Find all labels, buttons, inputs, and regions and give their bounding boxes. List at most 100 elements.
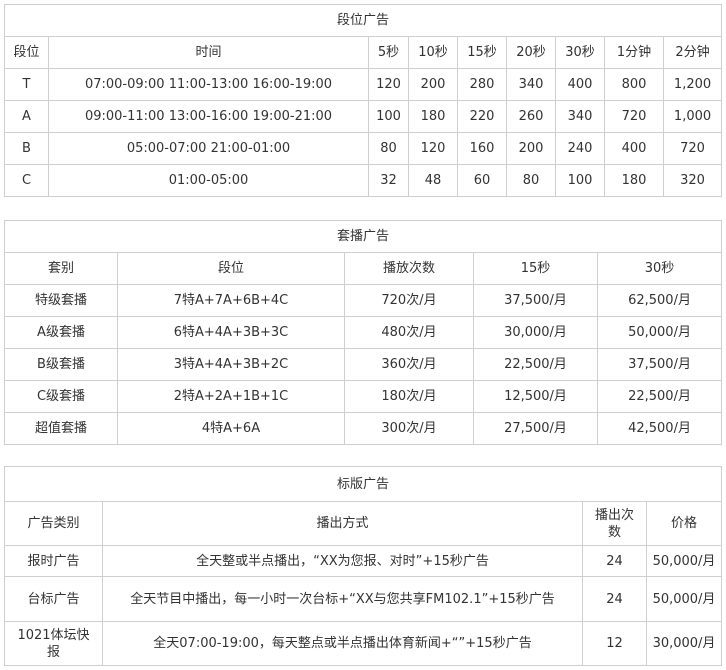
table-cell: 特级套播 xyxy=(4,284,118,317)
table-cell: 200 xyxy=(408,68,458,101)
table-cell: 42,500/月 xyxy=(596,412,723,445)
table-cell: 27,500/月 xyxy=(473,412,598,445)
table-cell: 48 xyxy=(408,164,458,197)
table-cell: 05:00-07:00 21:00-01:00 xyxy=(48,132,369,165)
table-row: 1021体坛快报 全天07:00-19:00，每天整点或半点播出体育新闻+“”+… xyxy=(4,621,723,666)
table-cell: 报时广告 xyxy=(4,545,103,577)
header-cell: 10秒 xyxy=(408,36,458,69)
table-cell: 180 xyxy=(408,100,458,133)
table-cell: 全天整或半点播出，“XX为您报、对时”+15秒广告 xyxy=(102,545,583,577)
table-cell: 360次/月 xyxy=(344,348,474,381)
table-cell: 300次/月 xyxy=(344,412,474,445)
table-cell: 1021体坛快报 xyxy=(4,621,103,666)
header-cell: 15秒 xyxy=(457,36,507,69)
table-cell: 200 xyxy=(506,132,556,165)
table-row: 特级套播 7特A+7A+6B+4C 720次/月 37,500/月 62,500… xyxy=(4,284,723,317)
table-cell: 24 xyxy=(582,545,647,577)
table-row: T 07:00-09:00 11:00-13:00 16:00-19:00 12… xyxy=(4,68,723,101)
table-row: A 09:00-11:00 13:00-16:00 19:00-21:00 10… xyxy=(4,100,723,133)
table-cell: 280 xyxy=(457,68,507,101)
table-cell: 80 xyxy=(506,164,556,197)
table-cell: 50,000/月 xyxy=(596,316,723,349)
table-cell: 720 xyxy=(662,132,723,165)
table-cell: 400 xyxy=(555,68,605,101)
table-cell: 260 xyxy=(506,100,556,133)
table-cell: 超值套播 xyxy=(4,412,118,445)
header-cell: 5秒 xyxy=(368,36,409,69)
table-row: 超值套播 4特A+6A 300次/月 27,500/月 42,500/月 xyxy=(4,412,723,445)
table-cell: 32 xyxy=(368,164,409,197)
table-header-row: 广告类别 播出方式 播出次数 价格 xyxy=(4,501,723,546)
table-row: 报时广告 全天整或半点播出，“XX为您报、对时”+15秒广告 24 50,000… xyxy=(4,545,723,577)
header-cell: 15秒 xyxy=(473,252,598,285)
table-cell: 60 xyxy=(457,164,507,197)
package-ad-title: 套播广告 xyxy=(3,220,723,253)
table-cell: 180次/月 xyxy=(344,380,474,413)
table-cell: 台标广告 xyxy=(4,576,103,622)
table-header-row: 套别 段位 播放次数 15秒 30秒 xyxy=(4,252,723,285)
segment-ad-title: 段位广告 xyxy=(3,4,723,37)
table-cell: 全天节目中播出，每一小时一次台标+“XX与您共享FM102.1”+15秒广告 xyxy=(102,576,583,622)
table-cell: C xyxy=(4,164,49,197)
table-cell: 340 xyxy=(506,68,556,101)
table-cell: 30,000/月 xyxy=(473,316,598,349)
table-cell: 62,500/月 xyxy=(596,284,723,317)
table-row: 台标广告 全天节目中播出，每一小时一次台标+“XX与您共享FM102.1”+15… xyxy=(4,576,723,622)
table-cell: 01:00-05:00 xyxy=(48,164,369,197)
header-cell: 播出次数 xyxy=(582,501,647,546)
table-cell: 2特A+2A+1B+1C xyxy=(117,380,345,413)
table-cell: 37,500/月 xyxy=(596,348,723,381)
table-cell: 220 xyxy=(457,100,507,133)
table-cell: 120 xyxy=(408,132,458,165)
fixed-slot-ad-table: 标版广告 广告类别 播出方式 播出次数 价格 报时广告 全天整或半点播出，“XX… xyxy=(3,466,723,666)
header-cell: 价格 xyxy=(645,501,723,546)
header-cell: 1分钟 xyxy=(604,36,664,69)
table-cell: 320 xyxy=(662,164,723,197)
table-cell: 1,200 xyxy=(662,68,723,101)
table-row: B级套播 3特A+4A+3B+2C 360次/月 22,500/月 37,500… xyxy=(4,348,723,381)
table-cell: 180 xyxy=(604,164,664,197)
table-row: C级套播 2特A+2A+1B+1C 180次/月 12,500/月 22,500… xyxy=(4,380,723,413)
table-cell: 720次/月 xyxy=(344,284,474,317)
table-cell: 12,500/月 xyxy=(473,380,598,413)
segment-ad-table: 段位广告 段位 时间 5秒 10秒 15秒 20秒 30秒 1分钟 2分钟 T … xyxy=(3,4,723,197)
table-cell: 7特A+7A+6B+4C xyxy=(117,284,345,317)
table-cell: B级套播 xyxy=(4,348,118,381)
table-cell: 160 xyxy=(457,132,507,165)
table-cell: 4特A+6A xyxy=(117,412,345,445)
table-cell: 100 xyxy=(368,100,409,133)
header-cell: 套别 xyxy=(4,252,118,285)
table-cell: A xyxy=(4,100,49,133)
table-cell: B xyxy=(4,132,49,165)
table-cell: 240 xyxy=(555,132,605,165)
header-cell: 播放次数 xyxy=(344,252,474,285)
header-cell: 30秒 xyxy=(596,252,723,285)
package-ad-table: 套播广告 套别 段位 播放次数 15秒 30秒 特级套播 7特A+7A+6B+4… xyxy=(3,220,723,445)
table-cell: 800 xyxy=(604,68,664,101)
table-cell: 22,500/月 xyxy=(473,348,598,381)
table-header-row: 段位 时间 5秒 10秒 15秒 20秒 30秒 1分钟 2分钟 xyxy=(4,36,723,69)
table-cell: 07:00-09:00 11:00-13:00 16:00-19:00 xyxy=(48,68,369,101)
table-cell: 100 xyxy=(555,164,605,197)
table-cell: 6特A+4A+3B+3C xyxy=(117,316,345,349)
table-cell: C级套播 xyxy=(4,380,118,413)
table-cell: 340 xyxy=(555,100,605,133)
header-cell: 段位 xyxy=(117,252,345,285)
header-cell: 段位 xyxy=(4,36,49,69)
table-cell: 720 xyxy=(604,100,664,133)
table-cell: 37,500/月 xyxy=(473,284,598,317)
header-cell: 广告类别 xyxy=(4,501,103,546)
header-cell: 30秒 xyxy=(555,36,605,69)
table-cell: 50,000/月 xyxy=(645,545,723,577)
table-cell: 09:00-11:00 13:00-16:00 19:00-21:00 xyxy=(48,100,369,133)
header-cell: 2分钟 xyxy=(662,36,723,69)
table-row: A级套播 6特A+4A+3B+3C 480次/月 30,000/月 50,000… xyxy=(4,316,723,349)
table-cell: 50,000/月 xyxy=(645,576,723,622)
table-cell: 全天07:00-19:00，每天整点或半点播出体育新闻+“”+15秒广告 xyxy=(102,621,583,666)
table-cell: 480次/月 xyxy=(344,316,474,349)
table-row: C 01:00-05:00 32 48 60 80 100 180 320 xyxy=(4,164,723,197)
table-cell: 1,000 xyxy=(662,100,723,133)
table-cell: 22,500/月 xyxy=(596,380,723,413)
header-cell: 20秒 xyxy=(506,36,556,69)
fixed-slot-ad-title: 标版广告 xyxy=(3,466,723,502)
